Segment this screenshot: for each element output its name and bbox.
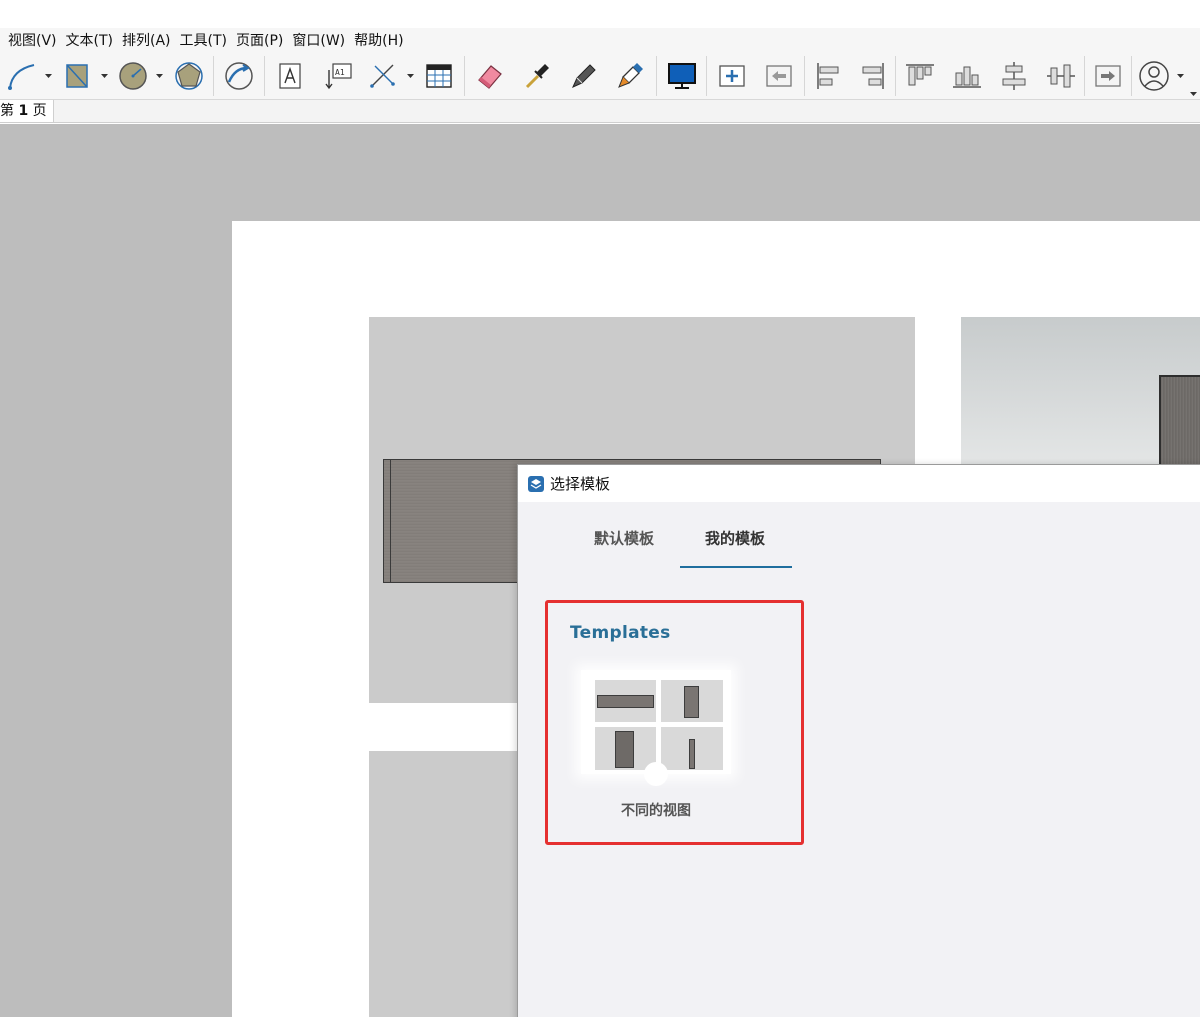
menu-help[interactable]: 帮助(H): [354, 30, 403, 50]
menu-pages[interactable]: 页面(P): [236, 30, 283, 50]
presentation-button[interactable]: [664, 58, 700, 94]
menu-text[interactable]: 文本(T): [66, 30, 113, 50]
eraser-tool-icon: [478, 65, 502, 89]
menu-tools[interactable]: 工具(T): [180, 30, 227, 50]
align-center-vertical-icon: [1002, 62, 1026, 90]
align-left-button[interactable]: [810, 58, 846, 94]
arc-tool-icon: [225, 62, 253, 90]
layout-logo-icon: [528, 475, 544, 492]
template-name: 不同的视图: [621, 803, 691, 819]
menu-arrange[interactable]: 排列(A): [122, 30, 171, 50]
chevron-down-icon[interactable]: [1176, 72, 1185, 80]
split-tool-icon: [572, 64, 596, 88]
tab-default-templates[interactable]: 默认模板: [594, 528, 654, 549]
polygon-tool-icon: [175, 62, 203, 90]
menu-view[interactable]: 视图(V): [8, 30, 57, 50]
toolbar-separator: [464, 56, 465, 96]
text-tool-button[interactable]: [272, 58, 308, 94]
chevron-down-icon[interactable]: [100, 72, 109, 80]
toolbar-overflow-icon[interactable]: [1189, 90, 1198, 98]
model-viewport-perspective[interactable]: [961, 317, 1200, 485]
menu-strip: 视图(V) 文本(T) 排列(A) 工具(T) 页面(P) 窗口(W) 帮助(H…: [0, 28, 1200, 52]
thumbnail-view-side: [661, 727, 723, 770]
split-tool-button[interactable]: [566, 58, 602, 94]
template-thumbnail[interactable]: [581, 670, 731, 786]
next-page-icon: [1095, 65, 1121, 87]
active-tab-indicator: [680, 566, 792, 568]
template-badge: [644, 762, 668, 786]
align-top-button[interactable]: [902, 58, 938, 94]
next-page-button[interactable]: [1090, 58, 1126, 94]
toolbar-separator: [804, 56, 805, 96]
thumbnail-view-perspective: [595, 727, 656, 770]
chevron-down-icon[interactable]: [155, 72, 164, 80]
thumbnail-view-front: [661, 680, 723, 722]
align-left-icon: [817, 63, 839, 89]
add-page-button[interactable]: [714, 58, 750, 94]
align-right-button[interactable]: [855, 58, 891, 94]
rectangle-tool-icon: [66, 64, 88, 88]
eyedropper-tool-button[interactable]: [519, 58, 555, 94]
align-bottom-button[interactable]: [949, 58, 985, 94]
toolbar-separator: [264, 56, 265, 96]
page-tab-suffix: 页: [32, 103, 47, 119]
rectangle-tool-button[interactable]: [59, 58, 95, 94]
page-tab-number: 1: [18, 103, 29, 119]
toolbar-separator: [213, 56, 214, 96]
align-center-horizontal-button[interactable]: [1043, 58, 1079, 94]
join-tool-icon: [618, 63, 643, 88]
align-center-horizontal-icon: [1047, 64, 1075, 88]
app-window: 视图(V) 文本(T) 排列(A) 工具(T) 页面(P) 窗口(W) 帮助(H…: [0, 0, 1200, 1017]
toolbar: A1: [0, 52, 1200, 100]
tab-my-templates[interactable]: 我的模板: [705, 528, 765, 549]
eyedropper-tool-icon: [525, 64, 549, 89]
chevron-down-icon[interactable]: [44, 72, 53, 80]
dialog-titlebar[interactable]: 选择模板: [518, 465, 1200, 502]
add-page-icon: [719, 65, 745, 87]
line-tool-icon: [8, 64, 35, 90]
line-tool-button[interactable]: [4, 58, 40, 94]
join-tool-button[interactable]: [612, 58, 648, 94]
circle-tool-button[interactable]: [115, 58, 151, 94]
presentation-icon: [668, 63, 696, 89]
template-tabs: 默认模板 我的模板: [518, 502, 1200, 568]
toolbar-separator: [706, 56, 707, 96]
circle-tool-icon: [119, 62, 147, 90]
dimension-tool-icon: [370, 64, 395, 88]
user-account-icon: [1139, 61, 1169, 91]
label-tool-button[interactable]: A1: [320, 58, 356, 94]
toolbar-separator: [895, 56, 896, 96]
thumbnail-view-top: [595, 680, 656, 722]
toolbar-separator: [1131, 56, 1132, 96]
align-top-icon: [906, 64, 934, 86]
text-tool-icon: [279, 63, 301, 89]
align-bottom-icon: [953, 66, 981, 88]
toolbar-separator: [1084, 56, 1085, 96]
page-tab-1[interactable]: 第 1 页: [0, 100, 54, 123]
label-tool-icon: A1: [325, 63, 352, 90]
menu-bar: 视图(V) 文本(T) 排列(A) 工具(T) 页面(P) 窗口(W) 帮助(H…: [0, 0, 1200, 52]
select-template-dialog: 选择模板 默认模板 我的模板 Templates 不同的视图: [517, 464, 1200, 1017]
previous-page-button[interactable]: [761, 58, 797, 94]
user-account-button[interactable]: [1136, 58, 1172, 94]
eraser-tool-button[interactable]: [472, 58, 508, 94]
page-tab-prefix: 第: [0, 103, 14, 119]
menu-window[interactable]: 窗口(W): [292, 30, 345, 50]
templates-heading: Templates: [570, 623, 671, 643]
chevron-down-icon[interactable]: [406, 72, 415, 80]
arc-tool-button[interactable]: [221, 58, 257, 94]
previous-page-icon: [766, 65, 792, 87]
toolbar-separator: [656, 56, 657, 96]
table-tool-button[interactable]: [421, 58, 457, 94]
dimension-tool-button[interactable]: [365, 58, 401, 94]
dialog-title: 选择模板: [550, 475, 611, 493]
table-tool-icon: [426, 64, 452, 88]
polygon-tool-button[interactable]: [171, 58, 207, 94]
page-tab-bar: 第 1 页: [0, 100, 1200, 123]
templates-highlight-box: Templates 不同的视图: [545, 600, 804, 845]
align-center-vertical-button[interactable]: [996, 58, 1032, 94]
align-right-icon: [862, 63, 884, 89]
svg-text:A1: A1: [335, 68, 345, 77]
